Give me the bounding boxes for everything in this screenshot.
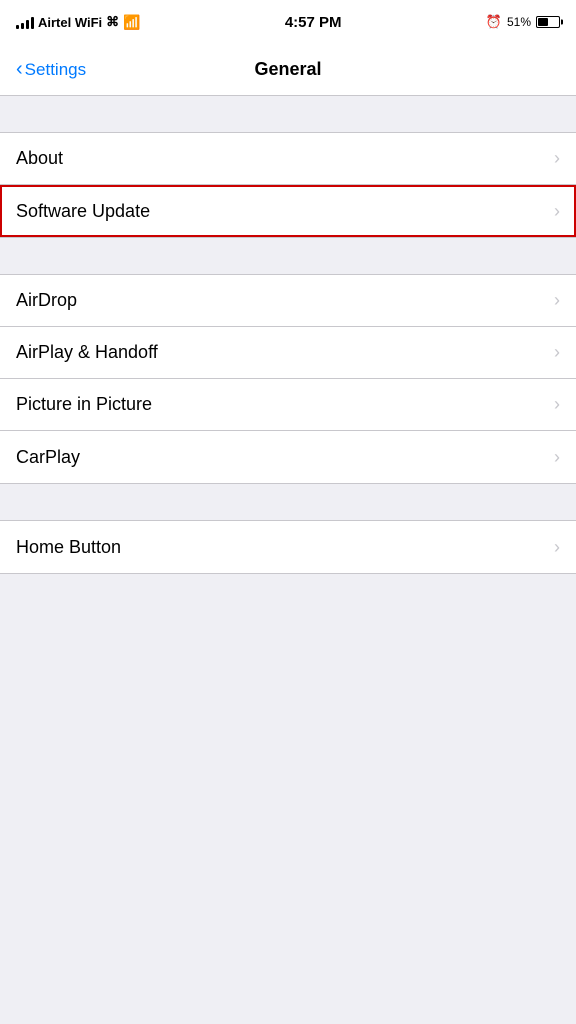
wifi-symbol: 📶 [123,14,140,31]
battery-icon [536,16,560,28]
status-left: Airtel WiFi ⌘ 📶 [16,14,141,31]
section-spacer-3 [0,484,576,520]
chevron-right-icon: › [554,290,560,311]
status-time: 4:57 PM [285,14,342,31]
airplay-handoff-label: AirPlay & Handoff [16,342,158,363]
section-spacer-1 [0,96,576,132]
list-group-3: Home Button › [0,520,576,574]
status-right: ⏰ 51% [486,14,560,30]
back-button[interactable]: ‹ Settings [16,60,86,80]
section-spacer-2 [0,238,576,274]
chevron-left-icon: ‹ [16,59,23,79]
page-title: General [254,59,321,80]
chevron-right-icon: › [554,394,560,415]
picture-in-picture-label: Picture in Picture [16,394,152,415]
status-bar: Airtel WiFi ⌘ 📶 4:57 PM ⏰ 51% [0,0,576,44]
about-label: About [16,148,63,169]
home-button-item[interactable]: Home Button › [0,521,576,573]
list-group-2: AirDrop › AirPlay & Handoff › Picture in… [0,274,576,484]
chevron-right-icon: › [554,342,560,363]
picture-in-picture-item[interactable]: Picture in Picture › [0,379,576,431]
chevron-right-icon: › [554,447,560,468]
bottom-spacer [0,574,576,774]
battery-percent: 51% [507,15,531,29]
carplay-label: CarPlay [16,447,80,468]
airdrop-label: AirDrop [16,290,77,311]
airplay-handoff-item[interactable]: AirPlay & Handoff › [0,327,576,379]
back-label: Settings [25,60,86,80]
wifi-icon: ⌘ [106,14,119,30]
chevron-right-icon: › [554,148,560,169]
chevron-right-icon: › [554,201,560,222]
software-update-item[interactable]: Software Update › [0,185,576,237]
home-button-label: Home Button [16,537,121,558]
airdrop-item[interactable]: AirDrop › [0,275,576,327]
software-update-label: Software Update [16,201,150,222]
carplay-item[interactable]: CarPlay › [0,431,576,483]
chevron-right-icon: › [554,537,560,558]
nav-bar: ‹ Settings General [0,44,576,96]
signal-icon [16,15,34,29]
about-item[interactable]: About › [0,133,576,185]
alarm-icon: ⏰ [486,14,502,30]
carrier-label: Airtel WiFi [38,15,102,30]
list-group-1: About › Software Update › [0,132,576,238]
